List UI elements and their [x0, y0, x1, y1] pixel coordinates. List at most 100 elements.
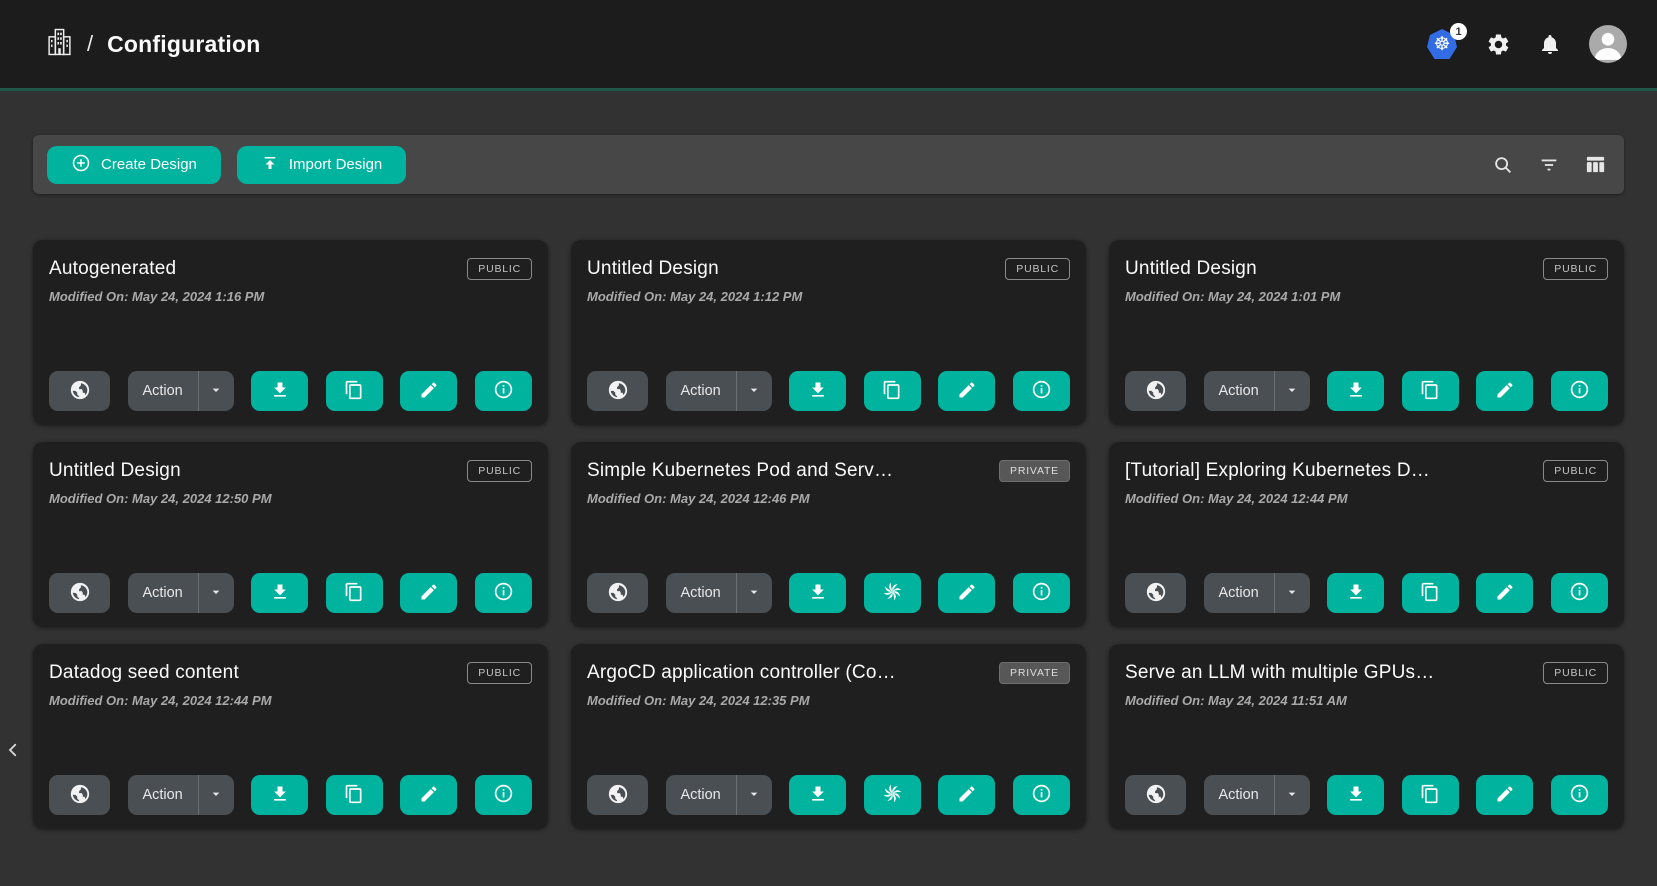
chevron-down-icon	[208, 382, 224, 401]
clone-button[interactable]	[1402, 573, 1459, 613]
action-split-button: Action	[128, 371, 234, 411]
design-spiral-button[interactable]	[864, 775, 921, 815]
collapse-panel-chevron[interactable]	[2, 733, 24, 767]
breadcrumb-separator: /	[87, 31, 93, 57]
action-dropdown-caret[interactable]	[198, 775, 234, 815]
clone-button[interactable]	[1402, 775, 1459, 815]
visibility-globe-button[interactable]	[49, 371, 110, 411]
download-icon	[1346, 380, 1366, 403]
kubernetes-context-button[interactable]: ☸ 1	[1427, 29, 1459, 59]
import-design-label: Import Design	[289, 156, 382, 173]
copy-icon	[344, 784, 364, 807]
edit-button[interactable]	[1476, 775, 1533, 815]
action-split-button: Action	[128, 775, 234, 815]
download-icon	[270, 784, 290, 807]
edit-button[interactable]	[1476, 573, 1533, 613]
design-card: [Tutorial] Exploring Kubernetes D… PUBLI…	[1109, 442, 1624, 627]
download-icon	[1346, 582, 1366, 605]
info-button[interactable]	[1551, 371, 1608, 411]
design-card: Autogenerated PUBLIC Modified On: May 24…	[33, 240, 548, 425]
organization-icon[interactable]	[46, 27, 73, 62]
visibility-badge: PUBLIC	[467, 662, 532, 684]
edit-button[interactable]	[938, 573, 995, 613]
info-button[interactable]	[475, 573, 532, 613]
action-button-label[interactable]: Action	[128, 371, 198, 411]
clone-button[interactable]	[326, 573, 383, 613]
import-design-button[interactable]: Import Design	[237, 146, 406, 184]
filter-icon[interactable]	[1534, 150, 1564, 180]
action-dropdown-caret[interactable]	[1274, 573, 1310, 613]
edit-button[interactable]	[1476, 371, 1533, 411]
visibility-globe-button[interactable]	[587, 573, 648, 613]
visibility-globe-button[interactable]	[1125, 371, 1186, 411]
spiral-icon	[881, 580, 904, 606]
action-dropdown-caret[interactable]	[736, 775, 772, 815]
header-actions: ☸ 1	[1427, 25, 1627, 63]
action-button-label[interactable]: Action	[1204, 775, 1274, 815]
action-button-label[interactable]: Action	[666, 573, 736, 613]
create-design-button[interactable]: Create Design	[47, 146, 221, 184]
settings-gear-icon[interactable]	[1485, 31, 1511, 57]
design-card: Untitled Design PUBLIC Modified On: May …	[571, 240, 1086, 425]
download-button[interactable]	[1327, 775, 1384, 815]
info-button[interactable]	[475, 775, 532, 815]
action-dropdown-caret[interactable]	[198, 573, 234, 613]
edit-button[interactable]	[400, 775, 457, 815]
download-button[interactable]	[251, 573, 308, 613]
edit-button[interactable]	[938, 371, 995, 411]
visibility-globe-button[interactable]	[587, 371, 648, 411]
action-button-label[interactable]: Action	[1204, 371, 1274, 411]
globe-icon	[69, 783, 91, 808]
clone-button[interactable]	[864, 371, 921, 411]
visibility-globe-button[interactable]	[49, 775, 110, 815]
modified-on: Modified On: May 24, 2024 1:12 PM	[587, 289, 1070, 304]
table-view-icon[interactable]	[1580, 150, 1610, 180]
action-dropdown-caret[interactable]	[736, 371, 772, 411]
download-button[interactable]	[789, 573, 846, 613]
info-icon	[1569, 379, 1590, 403]
download-button[interactable]	[1327, 371, 1384, 411]
download-button[interactable]	[789, 775, 846, 815]
visibility-globe-button[interactable]	[1125, 775, 1186, 815]
info-button[interactable]	[1013, 775, 1070, 815]
action-button-label[interactable]: Action	[1204, 573, 1274, 613]
info-button[interactable]	[1551, 775, 1608, 815]
download-button[interactable]	[251, 775, 308, 815]
globe-icon	[1145, 379, 1167, 404]
visibility-globe-button[interactable]	[1125, 573, 1186, 613]
clone-button[interactable]	[326, 775, 383, 815]
action-button-label[interactable]: Action	[128, 775, 198, 815]
action-button-label[interactable]: Action	[128, 573, 198, 613]
design-spiral-button[interactable]	[864, 573, 921, 613]
info-button[interactable]	[475, 371, 532, 411]
action-dropdown-caret[interactable]	[736, 573, 772, 613]
action-button-label[interactable]: Action	[666, 371, 736, 411]
pencil-icon	[957, 380, 977, 403]
info-button[interactable]	[1013, 573, 1070, 613]
design-title: Untitled Design	[1125, 256, 1531, 282]
action-dropdown-caret[interactable]	[198, 371, 234, 411]
search-icon[interactable]	[1488, 150, 1518, 180]
visibility-globe-button[interactable]	[587, 775, 648, 815]
pencil-icon	[419, 784, 439, 807]
clone-button[interactable]	[1402, 371, 1459, 411]
pencil-icon	[957, 582, 977, 605]
clone-button[interactable]	[326, 371, 383, 411]
visibility-badge: PRIVATE	[999, 460, 1070, 482]
download-button[interactable]	[1327, 573, 1384, 613]
modified-on: Modified On: May 24, 2024 1:16 PM	[49, 289, 532, 304]
design-title: Serve an LLM with multiple GPUs…	[1125, 660, 1531, 686]
info-button[interactable]	[1013, 371, 1070, 411]
action-dropdown-caret[interactable]	[1274, 371, 1310, 411]
edit-button[interactable]	[400, 371, 457, 411]
download-button[interactable]	[251, 371, 308, 411]
edit-button[interactable]	[400, 573, 457, 613]
action-dropdown-caret[interactable]	[1274, 775, 1310, 815]
visibility-globe-button[interactable]	[49, 573, 110, 613]
action-button-label[interactable]: Action	[666, 775, 736, 815]
info-button[interactable]	[1551, 573, 1608, 613]
download-button[interactable]	[789, 371, 846, 411]
user-avatar[interactable]	[1589, 25, 1627, 63]
notifications-bell-icon[interactable]	[1537, 31, 1563, 57]
edit-button[interactable]	[938, 775, 995, 815]
